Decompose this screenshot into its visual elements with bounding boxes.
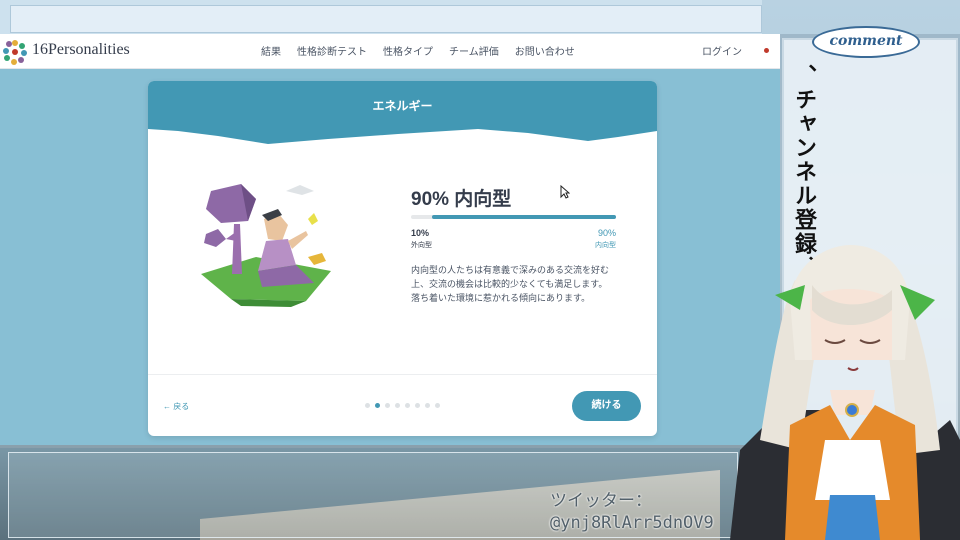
pagination-dot[interactable] [435, 403, 440, 408]
mouse-cursor-icon [560, 185, 570, 199]
introvert-label: 内向型 [595, 242, 616, 249]
card-title: エネルギー [372, 99, 433, 113]
nav-teams[interactable]: チーム評価 [449, 43, 499, 58]
introvert-percent: 90% [597, 228, 616, 238]
main-nav: 結果 性格診断テスト 性格タイプ チーム評価 お問い合わせ [261, 43, 591, 58]
twitter-handle: @ynj8RlArr5dnOV9 [550, 513, 714, 533]
result-card: エネルギー 90% 内向型 10% 外向型 90% 内向型 内向型の人たちは有意… [148, 81, 657, 436]
language-flag-icon[interactable] [764, 48, 769, 53]
comment-label: comment [812, 26, 920, 58]
stream-top-bar [0, 0, 762, 35]
site-header: 16Personalities 結果 性格診断テスト 性格タイプ チーム評価 お… [0, 34, 780, 69]
vtuber-avatar-icon [730, 245, 960, 540]
nav-results[interactable]: 結果 [261, 43, 281, 58]
pagination-dots [365, 403, 440, 408]
pagination-dot[interactable] [365, 403, 370, 408]
nav-contact[interactable]: お問い合わせ [515, 43, 575, 58]
stream-top-bar-inner [10, 5, 762, 33]
card-divider [148, 374, 657, 375]
pagination-dot[interactable] [405, 403, 410, 408]
pagination-dot[interactable] [385, 403, 390, 408]
card-header: エネルギー [148, 81, 657, 151]
description-line: 落ち着いた環境に惹かれる傾向にあります。 [411, 293, 591, 303]
description-line: 上、交流の機会は比較的少なくても満足します。 [411, 279, 608, 289]
result-description: 内向型の人たちは有意義で深みのある交流を好む 上、交流の機会は比較的少なくても満… [411, 263, 621, 305]
pagination-dot[interactable] [415, 403, 420, 408]
site-logo[interactable]: 16Personalities [2, 37, 132, 65]
extravert-percent: 10% [411, 228, 430, 238]
twitter-info: ツイッター： @ynj8RlArr5dnOV9 [550, 490, 714, 534]
result-headline: 90% 内向型 [411, 189, 512, 210]
energy-progress-track [411, 215, 616, 219]
pagination-dot[interactable] [395, 403, 400, 408]
energy-progress-fill [431, 215, 616, 219]
introvert-illustration-icon [201, 184, 331, 307]
header-wave-icon [148, 81, 657, 144]
login-link[interactable]: ログイン [702, 43, 742, 58]
logo-dots-icon [3, 40, 27, 65]
continue-button[interactable]: 続ける [572, 391, 641, 421]
pagination-dot[interactable] [425, 403, 430, 408]
back-link[interactable]: ← 戻る [163, 401, 189, 412]
logo-text: 16Personalities [32, 41, 130, 58]
pagination-dot[interactable] [375, 403, 380, 408]
nav-types[interactable]: 性格タイプ [383, 43, 433, 58]
nav-test[interactable]: 性格診断テスト [297, 43, 367, 58]
twitter-label: ツイッター： [550, 491, 652, 511]
extravert-label: 外向型 [411, 242, 432, 249]
description-line: 内向型の人たちは有意義で深みのある交流を好む [411, 265, 610, 275]
